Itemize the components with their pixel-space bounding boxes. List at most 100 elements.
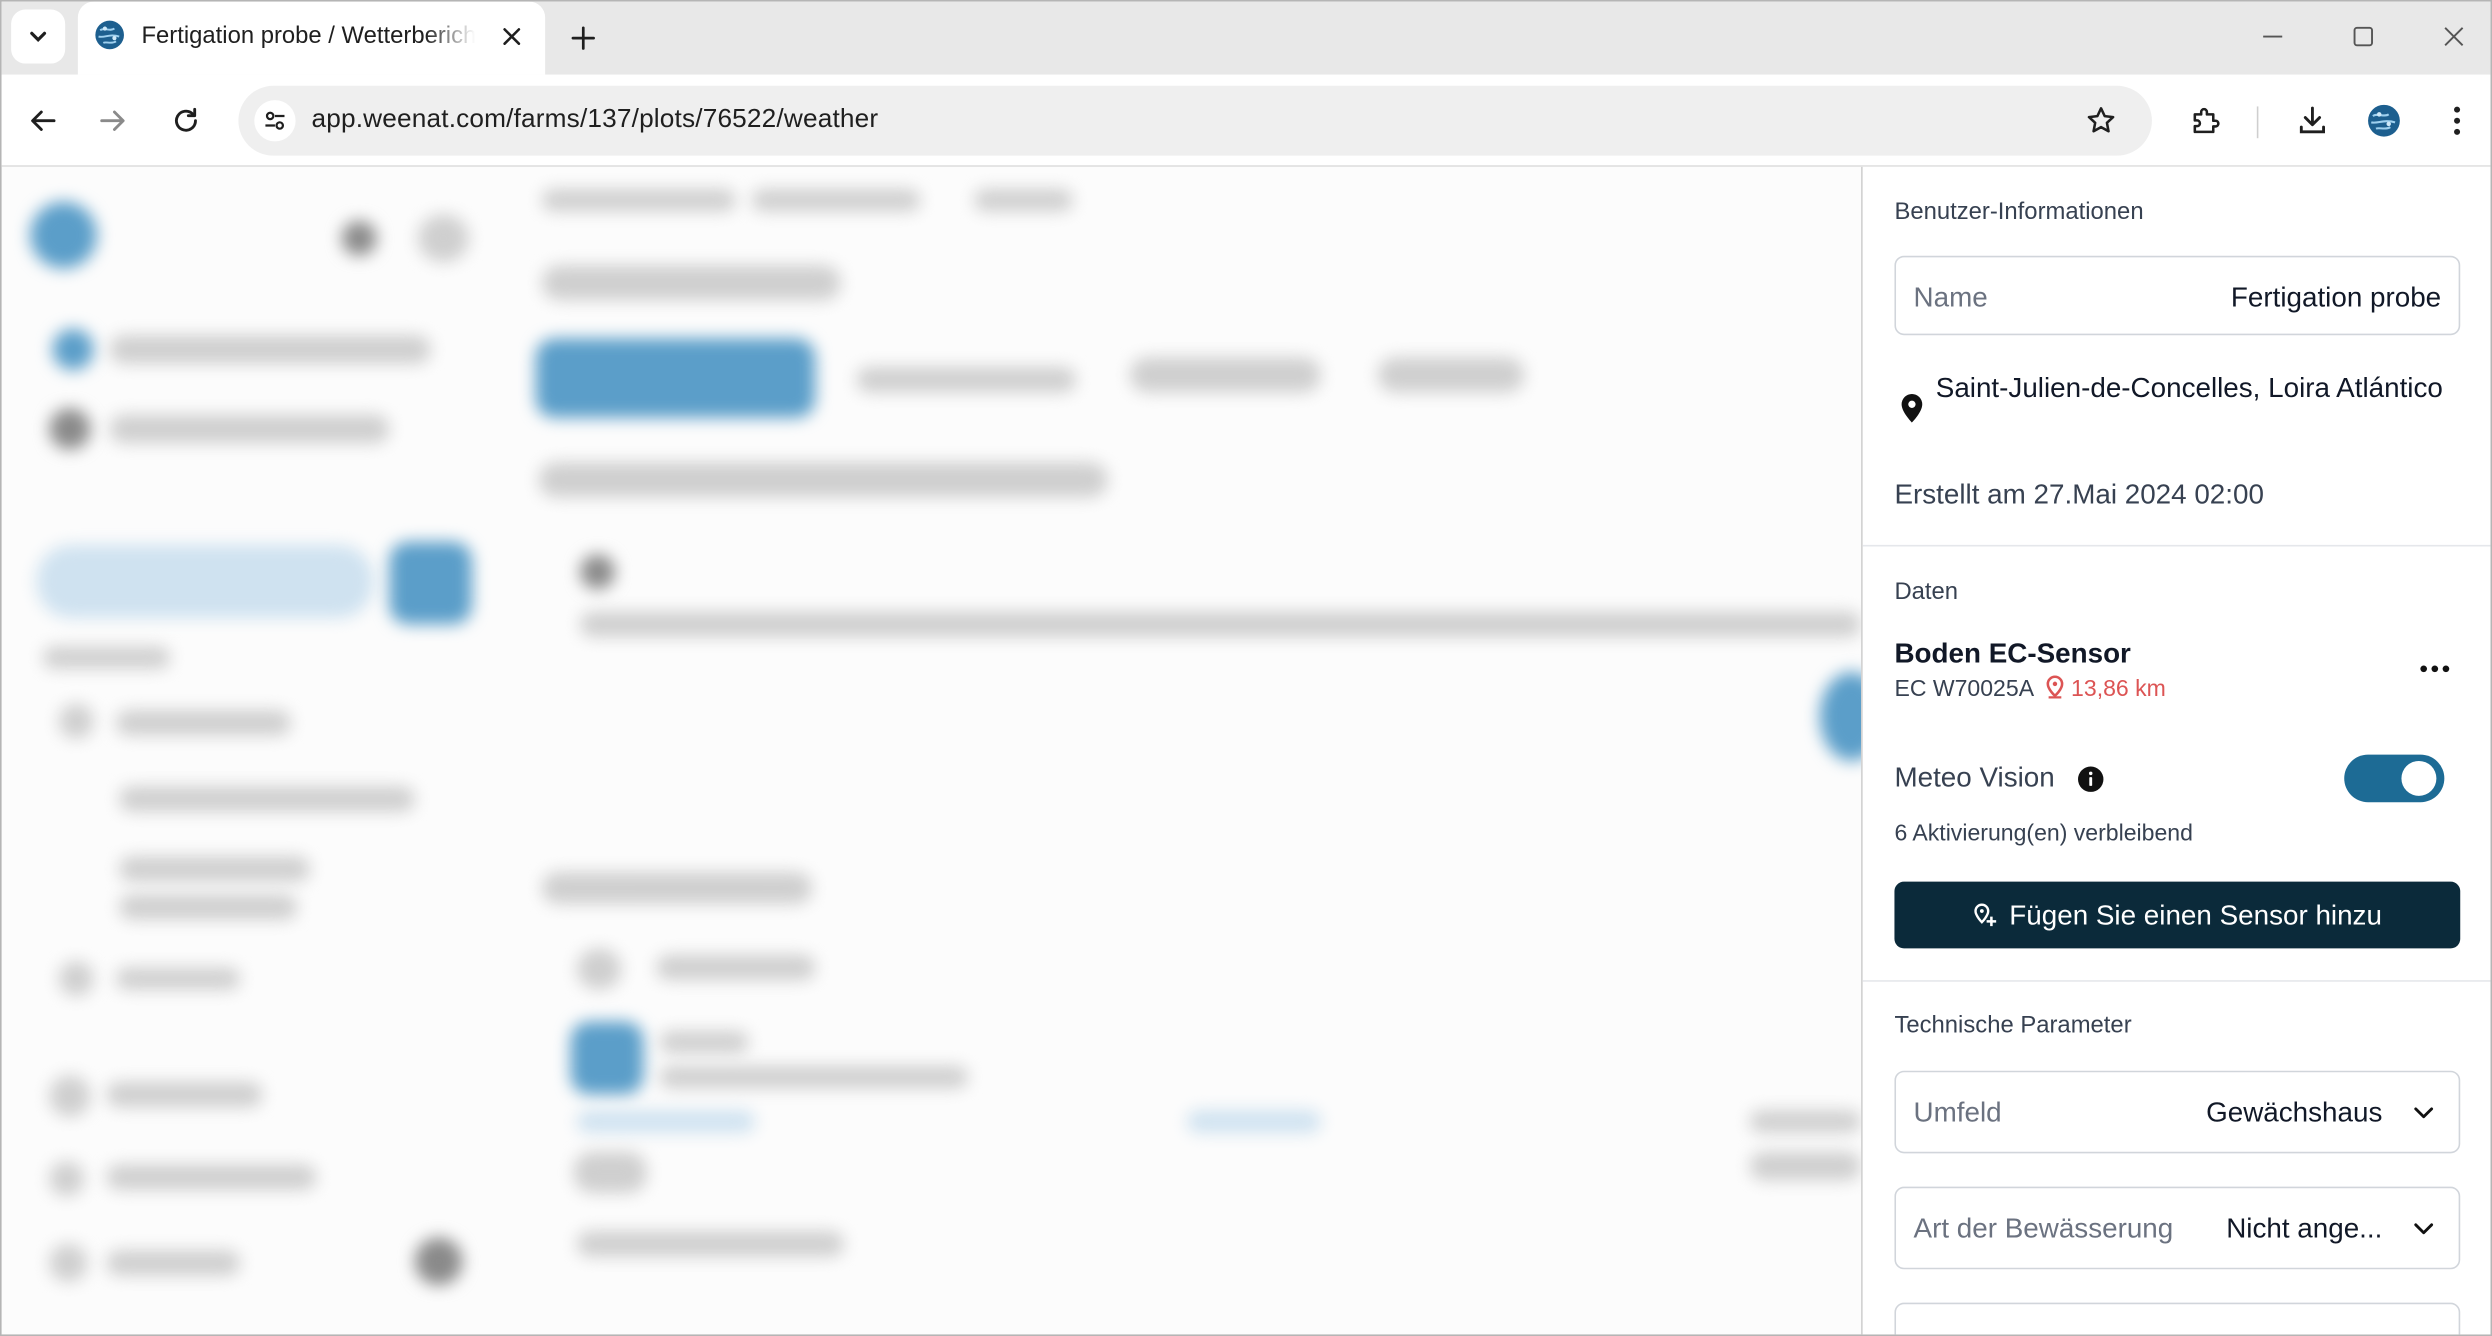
name-label: Name	[1913, 281, 1988, 313]
chevron-down-icon	[2414, 1107, 2434, 1119]
toggle-knob	[2401, 760, 2437, 796]
technical-parameters-title: Technische Parameter	[1894, 1011, 2132, 1039]
irrigation-type-label: Art der Bewässerung	[1913, 1212, 2174, 1244]
avatar	[2368, 104, 2400, 137]
user-info-title: Benutzer-Informationen	[1894, 198, 2144, 226]
blurred-tab	[856, 366, 1076, 393]
profile-button[interactable]	[2360, 97, 2408, 145]
reload-button[interactable]	[161, 95, 212, 146]
sensor-distance: 13,86 km	[2071, 676, 2166, 703]
irrigation-type-select[interactable]: Art der Bewässerung Nicht ange...	[1894, 1186, 2461, 1270]
blurred-text	[1187, 1110, 1321, 1133]
reload-icon	[174, 107, 197, 132]
tab-strip: Fertigation probe / Wetterbericht	[1, 1, 2491, 75]
irrigation-type-value: Nicht ange...	[2226, 1212, 2383, 1244]
tab-title: Fertigation probe / Wetterbericht	[141, 22, 476, 50]
next-parameter-field[interactable]	[1894, 1302, 2461, 1335]
tab-active[interactable]: Fertigation probe / Wetterbericht	[77, 1, 546, 75]
map-pin-icon	[2046, 675, 2064, 699]
environment-label: Umfeld	[1913, 1096, 2002, 1128]
puzzle-icon	[2193, 107, 2220, 134]
blurred-title	[541, 265, 841, 301]
blurred-text	[106, 1164, 317, 1190]
url-text: app.weenat.com/farms/137/plots/76522/wea…	[311, 104, 879, 134]
blurred-text	[119, 856, 310, 882]
blurred-text	[42, 646, 171, 669]
add-sensor-label: Fügen Sie einen Sensor hinzu	[2009, 898, 2382, 931]
sensor-name[interactable]: Boden EC-Sensor	[1894, 637, 2130, 670]
location-pin-icon	[1901, 393, 1923, 423]
name-field[interactable]: Name Fertigation probe	[1894, 255, 2461, 336]
more-vertical-icon	[2454, 106, 2461, 135]
divider	[1862, 980, 2491, 982]
blurred-text	[1749, 1151, 1862, 1181]
blurred-button	[1819, 671, 1862, 761]
maximize-button[interactable]	[2339, 14, 2387, 58]
blurred-text	[576, 1110, 755, 1133]
sensor-details: EC W70025A 13,86 km	[1894, 675, 2166, 703]
downloads-button[interactable]	[2289, 97, 2337, 145]
info-icon[interactable]	[2077, 766, 2104, 793]
blurred-heading	[538, 462, 1108, 498]
bookmark-button[interactable]	[2082, 102, 2120, 140]
add-sensor-button[interactable]: Fügen Sie einen Sensor hinzu	[1894, 881, 2461, 949]
window-close-button[interactable]	[2430, 14, 2478, 58]
data-title: Daten	[1894, 578, 1959, 606]
blurred-icon	[52, 328, 94, 371]
arrow-left-icon	[31, 110, 56, 131]
meteo-vision-label: Meteo Vision	[1894, 760, 2055, 793]
divider	[1862, 544, 2491, 547]
meteo-vision-toggle[interactable]	[2344, 754, 2445, 803]
star-icon	[2087, 107, 2115, 133]
blurred-button	[389, 541, 473, 625]
blurred-text	[659, 1065, 968, 1089]
weenat-globe-icon	[95, 20, 124, 50]
back-button[interactable]	[17, 95, 68, 146]
tab-search-button[interactable]	[11, 9, 66, 64]
sensor-more-button[interactable]	[2416, 653, 2454, 685]
blurred-text	[659, 1031, 749, 1054]
minimize-icon	[2263, 35, 2283, 38]
blurred-logo	[30, 201, 97, 269]
blurred-text	[116, 967, 240, 990]
blurred-heading	[541, 872, 813, 904]
chevron-down-icon	[2414, 1223, 2434, 1235]
extensions-button[interactable]	[2182, 97, 2230, 145]
blurred-text	[106, 1081, 263, 1108]
browser-menu-button[interactable]	[2433, 97, 2481, 145]
name-value: Fertigation probe	[2230, 281, 2442, 313]
blurred-icon	[58, 703, 94, 739]
blurred-icon	[576, 948, 622, 990]
minimize-button[interactable]	[2249, 14, 2297, 58]
site-info-button[interactable]	[254, 100, 296, 142]
blurred-breadcrumb	[751, 189, 921, 212]
blurred-tab	[1377, 357, 1525, 393]
tab-close-button[interactable]	[494, 19, 529, 54]
blurred-avatar	[414, 1237, 463, 1286]
activations-remaining: 6 Aktivierung(en) verbleibend	[1894, 821, 2193, 847]
close-icon	[503, 28, 521, 45]
address-bar[interactable]: app.weenat.com/farms/137/plots/76522/wea…	[238, 85, 2152, 156]
blurred-text	[1749, 1110, 1862, 1133]
arrow-right-icon	[100, 110, 125, 131]
blurred-text	[573, 1151, 647, 1194]
environment-select[interactable]: Umfeld Gewächshaus	[1894, 1070, 2461, 1154]
blurred-breadcrumb	[541, 189, 736, 212]
new-tab-button[interactable]	[561, 16, 606, 60]
forward-button[interactable]	[87, 95, 138, 146]
blurred-text	[656, 954, 816, 981]
chevron-down-icon	[30, 31, 47, 42]
blurred-icon	[49, 1161, 85, 1197]
blurred-text	[106, 1250, 240, 1276]
plus-icon	[571, 26, 595, 50]
blurred-icon	[49, 1075, 91, 1117]
blurred-breadcrumb	[974, 189, 1073, 212]
blurred-icon	[58, 961, 94, 997]
blurred-text	[116, 710, 291, 736]
browser-window: Fertigation probe / Wetterbericht app.we…	[0, 0, 2492, 1336]
blurred-text	[119, 786, 415, 812]
blurred-text	[109, 335, 431, 364]
blurred-icon	[49, 1243, 88, 1283]
blurred-text	[576, 1231, 844, 1257]
blurred-nav-item	[36, 544, 374, 618]
